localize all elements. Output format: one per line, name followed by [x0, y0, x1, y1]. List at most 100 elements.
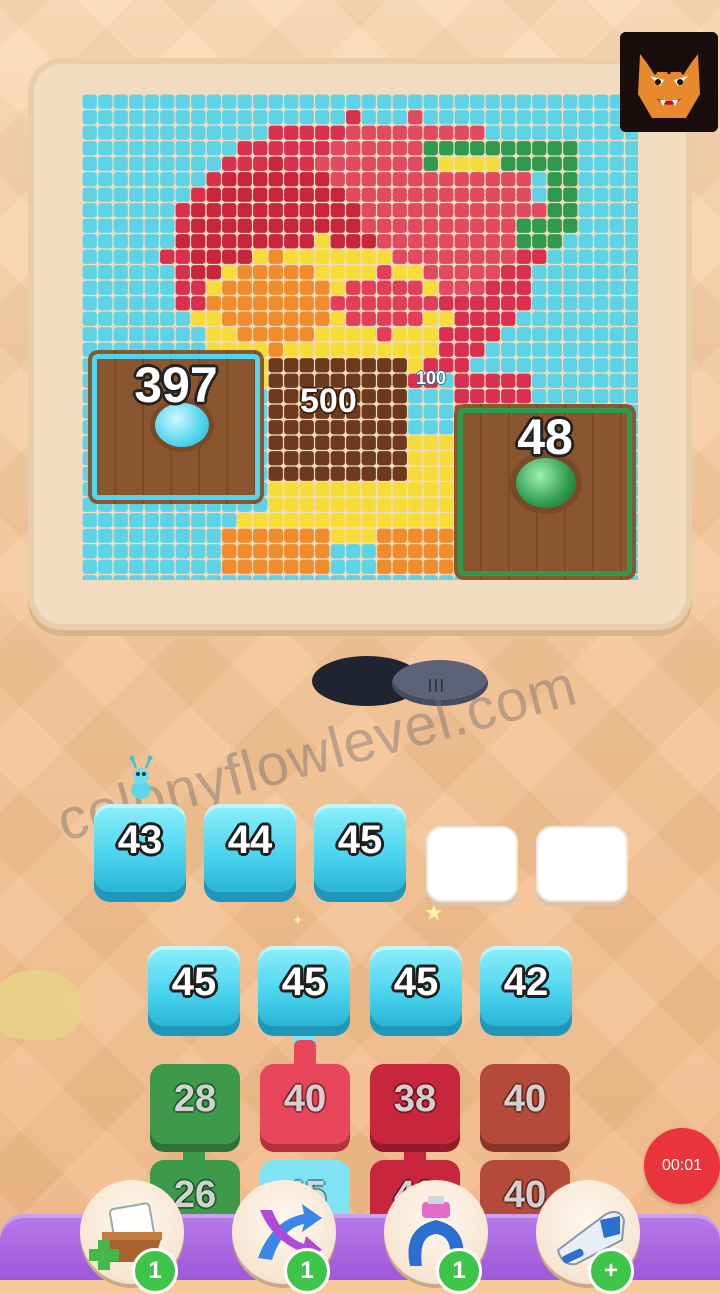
pixel-cell — [253, 528, 268, 543]
pixel-cell — [392, 435, 407, 450]
green-chest[interactable]: 48 — [454, 404, 636, 580]
pixel-cell — [609, 296, 624, 311]
pixel-cell — [82, 94, 97, 109]
queue-tile-3[interactable]: 45 — [370, 946, 462, 1026]
pixel-cell — [532, 172, 547, 187]
pixel-cell — [594, 249, 609, 264]
queue-tile-2[interactable]: 45 — [258, 946, 350, 1026]
pixel-cell — [299, 466, 314, 481]
pixel-cell — [408, 420, 423, 435]
slot-2[interactable]: 44 — [204, 804, 296, 892]
pixel-cell — [284, 265, 299, 280]
player-avatar[interactable] — [620, 32, 718, 132]
pixel-cell — [268, 466, 283, 481]
pixel-cell — [625, 280, 638, 295]
pixel-cell — [625, 249, 638, 264]
pixel-cell — [361, 544, 376, 559]
pixel-cell — [408, 544, 423, 559]
pixel-cell — [625, 311, 638, 326]
tiger-icon — [620, 32, 718, 132]
pixel-cell — [253, 234, 268, 249]
pixel-cell — [408, 466, 423, 481]
pixel-cell — [82, 528, 97, 543]
pixel-cell — [98, 94, 113, 109]
pixel-cell — [284, 187, 299, 202]
pixel-cell — [423, 544, 438, 559]
queue-tile-1[interactable]: 45 — [148, 946, 240, 1026]
pixel-cell — [253, 156, 268, 171]
pixel-cell — [454, 373, 469, 388]
slot-label: 44 — [227, 818, 273, 862]
pixel-cell — [454, 249, 469, 264]
pixel-cell — [361, 559, 376, 574]
pixel-cell — [392, 420, 407, 435]
pixel-cell — [346, 265, 361, 280]
pixel-cell — [299, 234, 314, 249]
slot-5[interactable] — [536, 826, 628, 902]
pixel-cell — [330, 265, 345, 280]
pixel-cell — [609, 172, 624, 187]
pixel-cell — [268, 234, 283, 249]
pixel-cell — [206, 296, 221, 311]
pixel-cell — [268, 280, 283, 295]
pixel-cell — [361, 575, 376, 580]
pixel-cell — [625, 389, 638, 404]
queue-tile-4[interactable]: 42 — [480, 946, 572, 1026]
pixel-cell — [346, 482, 361, 497]
pixel-cell — [470, 265, 485, 280]
pixel-cell — [423, 249, 438, 264]
pixel-cell — [454, 327, 469, 342]
pixel-cell — [501, 110, 516, 125]
tube-1[interactable]: 28 — [150, 1064, 240, 1144]
pixel-cell — [315, 327, 330, 342]
pixel-cell — [237, 559, 252, 574]
pixel-cell — [315, 187, 330, 202]
pixel-cell — [206, 141, 221, 156]
vacuum-tool[interactable]: + — [536, 1180, 640, 1294]
pixel-cell — [98, 234, 113, 249]
pixel-cell — [346, 466, 361, 481]
arrow-swap-tool[interactable]: 1 — [232, 1180, 336, 1294]
pixel-cell — [454, 280, 469, 295]
pixel-cell — [315, 451, 330, 466]
pixel-cell — [423, 482, 438, 497]
pixel-cell — [377, 389, 392, 404]
pixel-cell — [578, 296, 593, 311]
slot-1[interactable]: 43 — [94, 804, 186, 892]
pixel-cell — [160, 94, 175, 109]
pixel-cell — [501, 141, 516, 156]
pixel-cell — [439, 125, 454, 140]
pixel-cell — [299, 125, 314, 140]
pixel-cell — [129, 156, 144, 171]
slot-3[interactable]: 45 — [314, 804, 406, 892]
pixel-cell — [237, 296, 252, 311]
shuffle-box-tool[interactable]: 1 — [80, 1180, 184, 1294]
pixel-cell — [98, 280, 113, 295]
pixel-cell — [392, 404, 407, 419]
pixel-cell — [315, 265, 330, 280]
pixel-cell — [454, 311, 469, 326]
pixel-cell — [253, 125, 268, 140]
pixel-cell — [222, 528, 237, 543]
pixel-cell — [392, 373, 407, 388]
tube-2[interactable]: 40 — [260, 1064, 350, 1144]
pixel-cell — [516, 203, 531, 218]
pixel-cell — [439, 311, 454, 326]
pixel-cell — [423, 327, 438, 342]
tube-3[interactable]: 38 — [370, 1064, 460, 1144]
pixel-cell — [377, 327, 392, 342]
pixel-cell — [346, 234, 361, 249]
pixel-cell — [532, 94, 547, 109]
pixel-cell — [625, 342, 638, 357]
pixel-cell — [532, 125, 547, 140]
pixel-cell — [160, 513, 175, 528]
magnet-tool[interactable]: 1 — [384, 1180, 488, 1294]
pixel-cell — [222, 110, 237, 125]
tube-4[interactable]: 40 — [480, 1064, 570, 1144]
pixel-cell — [113, 234, 128, 249]
cyan-chest[interactable]: 397 — [88, 350, 264, 504]
pixel-cell — [547, 94, 562, 109]
slot-4[interactable] — [426, 826, 518, 902]
pixel-cell — [408, 172, 423, 187]
pixel-cell — [501, 311, 516, 326]
